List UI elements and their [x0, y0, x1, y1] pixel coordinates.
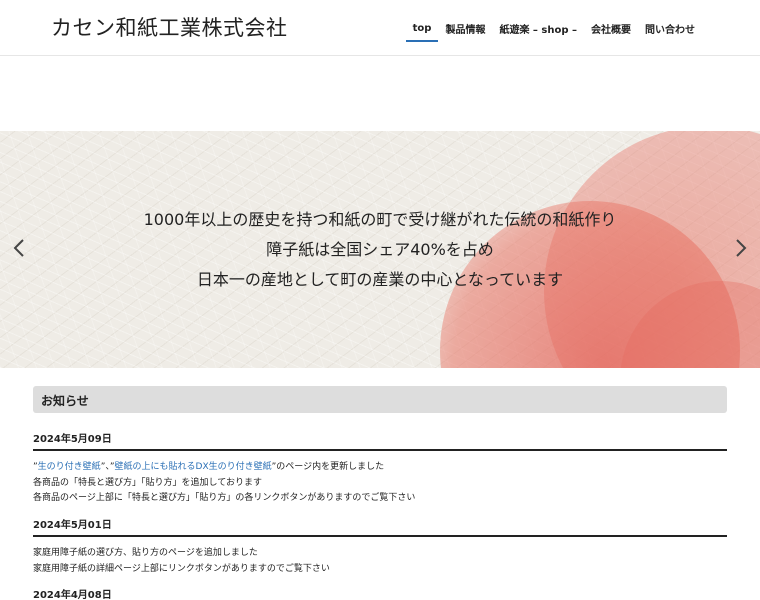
- news-line: 各商品のページ上部に「特長と選び方」「貼り方」の各リンクボタンがありますのでご覧…: [33, 493, 416, 503]
- hero-line: 日本一の産地として町の産業の中心となっています: [196, 269, 564, 289]
- news-text: ”、”: [100, 462, 115, 472]
- news-link-fresh-paste-wallpaper[interactable]: 生のり付き壁紙: [38, 462, 101, 472]
- news-line: 家庭用障子紙の詳細ページ上部にリンクボタンがありますのでご覧下さい: [33, 564, 330, 574]
- news-date: 2024年5月01日: [33, 516, 727, 537]
- news-title: お知らせ: [41, 394, 89, 408]
- site-header: カセン和紙工業株式会社 top 製品情報 紙遊楽 – shop – 会社概要 問…: [0, 0, 760, 56]
- site-logo[interactable]: カセン和紙工業株式会社: [51, 12, 288, 42]
- nav-item-contact[interactable]: 問い合わせ: [638, 0, 702, 56]
- hero-text: 1000年以上の歴史を持つ和紙の町で受け継がれた伝統の和紙作り 障子紙は全国シェ…: [0, 131, 760, 368]
- nav-item-products[interactable]: 製品情報: [438, 0, 492, 56]
- hero-line: 1000年以上の歴史を持つ和紙の町で受け継がれた伝統の和紙作り: [143, 209, 617, 229]
- news-text: ”のページ内を更新しました: [271, 462, 385, 472]
- news-section-header: お知らせ: [33, 386, 727, 413]
- chevron-left-icon[interactable]: [12, 238, 26, 258]
- nav-item-shop[interactable]: 紙遊楽 – shop –: [492, 0, 584, 56]
- nav-item-company[interactable]: 会社概要: [584, 0, 638, 56]
- news-link-dx-wallpaper[interactable]: 壁紙の上にも貼れるDX生のり付き壁紙: [115, 462, 272, 472]
- nav-item-top[interactable]: top: [405, 0, 439, 56]
- news-line: 家庭用障子紙の選び方、貼り方のページを追加しました: [33, 548, 258, 558]
- hero-slider: 1000年以上の歴史を持つ和紙の町で受け継がれた伝統の和紙作り 障子紙は全国シェ…: [0, 131, 760, 368]
- news-line: 各商品の「特長と選び方」「貼り方」を追加しております: [33, 478, 262, 488]
- hero-line: 障子紙は全国シェア40%を占め: [266, 239, 494, 259]
- news-date: 2024年4月08日: [33, 590, 112, 600]
- news-line: ”生のり付き壁紙”、”壁紙の上にも貼れるDX生のり付き壁紙”のページ内を更新しま…: [33, 459, 384, 472]
- news-date: 2024年5月09日: [33, 430, 727, 451]
- chevron-right-icon[interactable]: [734, 238, 748, 258]
- main-nav: top 製品情報 紙遊楽 – shop – 会社概要 問い合わせ: [405, 0, 702, 56]
